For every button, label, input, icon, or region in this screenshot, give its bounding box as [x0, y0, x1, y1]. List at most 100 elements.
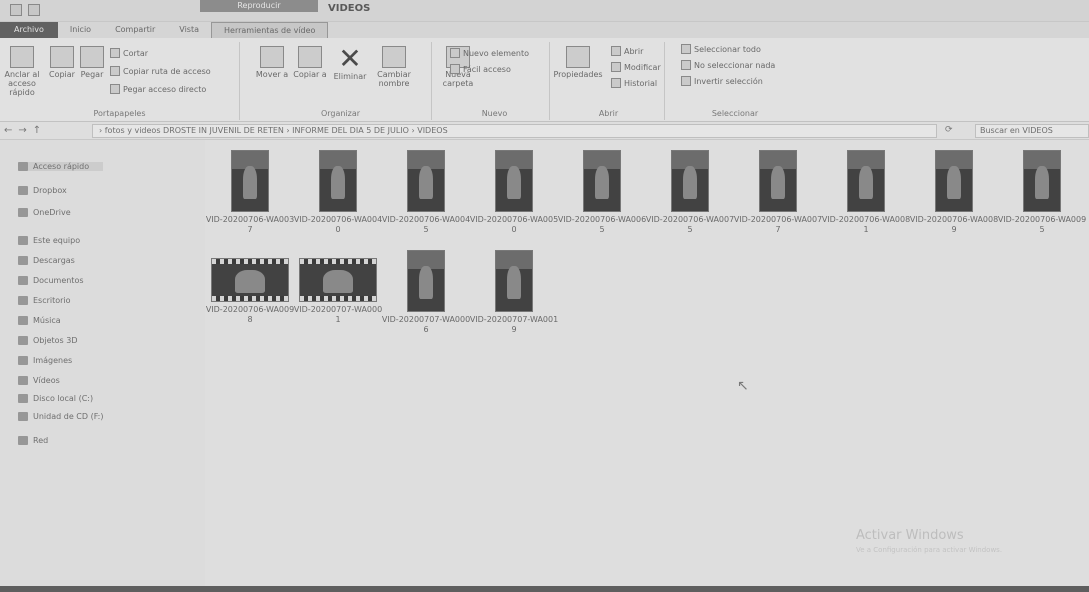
- sidebar-item-disco-local[interactable]: Disco local (C:): [18, 394, 93, 403]
- thumbnail-figure: [242, 166, 258, 199]
- group-label: Organizar: [320, 109, 361, 118]
- checkmark-properties-icon: [566, 46, 590, 68]
- tab-compartir[interactable]: Compartir: [103, 22, 167, 38]
- sidebar-item-red[interactable]: Red: [18, 436, 48, 445]
- paste-button[interactable]: Pegar: [78, 46, 106, 79]
- video-thumbnail: [407, 150, 445, 212]
- file-tile[interactable]: VID-20200706-WA0075: [645, 150, 735, 235]
- file-tile[interactable]: VID-20200707-WA0001: [293, 250, 383, 325]
- thumbnail-figure: [418, 266, 434, 299]
- sidebar-item-dropbox[interactable]: Dropbox: [18, 186, 67, 195]
- thumbnail-figure: [682, 166, 698, 199]
- sidebar-item-videos[interactable]: Vídeos: [18, 376, 60, 385]
- file-tile[interactable]: VID-20200706-WA0081: [821, 150, 911, 235]
- new-item-icon: [450, 48, 460, 58]
- file-tile[interactable]: VID-20200706-WA0077: [733, 150, 823, 235]
- file-tile[interactable]: VID-20200707-WA0006: [381, 250, 471, 335]
- delete-button[interactable]: ✕ Eliminar: [330, 45, 370, 82]
- sidebar-item-escritorio[interactable]: Escritorio: [18, 296, 71, 305]
- open-button[interactable]: Abrir: [611, 46, 643, 56]
- picture-icon: [18, 356, 28, 365]
- file-name: VID-20200706-WA0089: [909, 215, 999, 234]
- sidebar-item-onedrive[interactable]: OneDrive: [18, 208, 71, 217]
- tab-inicio[interactable]: Inicio: [58, 22, 103, 38]
- cut-button[interactable]: Cortar: [110, 48, 148, 58]
- copy-icon: [50, 46, 74, 68]
- nav-arrows[interactable]: ←→↑: [0, 125, 70, 136]
- computer-icon: [18, 236, 28, 245]
- file-name: VID-20200706-WA0045: [381, 215, 471, 234]
- refresh-icon[interactable]: ⟳: [945, 125, 953, 135]
- easy-access-button[interactable]: Fácil acceso: [450, 64, 511, 74]
- select-none-icon: [681, 60, 691, 70]
- sidebar-item-imagenes[interactable]: Imágenes: [18, 356, 72, 365]
- file-tile[interactable]: VID-20200706-WA0095: [997, 150, 1087, 235]
- sidebar-item-objetos-3d[interactable]: Objetos 3D: [18, 336, 78, 345]
- group-organizar: Mover a Copiar a ✕ Eliminar Cambiar nomb…: [250, 42, 432, 120]
- quick-access-toolbar: [10, 4, 40, 16]
- move-icon: [260, 46, 284, 68]
- scissors-icon: [110, 48, 120, 58]
- file-tile[interactable]: VID-20200706-WA0065: [557, 150, 647, 235]
- address-path[interactable]: › fotos y videos DROSTE IN JUVENIL DE RE…: [92, 124, 937, 138]
- video-thumbnail: [759, 150, 797, 212]
- sidebar-item-musica[interactable]: Música: [18, 316, 61, 325]
- select-all-button[interactable]: Seleccionar todo: [681, 44, 761, 54]
- copy-to-button[interactable]: Copiar a: [292, 46, 328, 79]
- file-name: VID-20200706-WA0075: [645, 215, 735, 234]
- thumbnail-figure: [330, 166, 346, 199]
- history-icon: [611, 78, 621, 88]
- video-thumbnail: [211, 258, 289, 302]
- sidebar-item-descargas[interactable]: Descargas: [18, 256, 75, 265]
- file-name: VID-20200707-WA0001: [293, 305, 383, 324]
- sidebar-item-acceso-rapido[interactable]: Acceso rápido: [18, 162, 104, 171]
- edit-button[interactable]: Modificar: [611, 62, 661, 72]
- new-folder-icon[interactable]: [28, 4, 40, 16]
- file-tile[interactable]: VID-20200706-WA0098: [205, 250, 295, 325]
- music-icon: [18, 316, 28, 325]
- file-name: VID-20200706-WA0081: [821, 215, 911, 234]
- file-view: VID-20200706-WA0037 VID-20200706-WA0040 …: [205, 140, 1089, 592]
- address-bar-row: ←→↑ › fotos y videos DROSTE IN JUVENIL D…: [0, 122, 1089, 140]
- tab-vista[interactable]: Vista: [167, 22, 211, 38]
- thumbnail-figure: [1034, 166, 1050, 199]
- properties-button[interactable]: Propiedades: [553, 46, 603, 79]
- tab-herramientas-video[interactable]: Herramientas de vídeo: [211, 22, 329, 38]
- edit-icon: [611, 62, 621, 72]
- star-icon: [18, 162, 28, 171]
- pin-quick-access-button[interactable]: Anclar al acceso rápido: [4, 46, 40, 97]
- file-tile[interactable]: VID-20200706-WA0045: [381, 150, 471, 235]
- copy-path-button[interactable]: Copiar ruta de acceso: [110, 66, 211, 76]
- thumbnail-figure: [770, 166, 786, 199]
- file-tile[interactable]: VID-20200706-WA0050: [469, 150, 559, 235]
- select-none-button[interactable]: No seleccionar nada: [681, 60, 775, 70]
- ribbon-tabs: Archivo Inicio Compartir Vista Herramien…: [0, 22, 1089, 38]
- activation-watermark: Activar Windows: [856, 528, 964, 543]
- video-thumbnail: [1023, 150, 1061, 212]
- tab-archivo[interactable]: Archivo: [0, 22, 58, 38]
- search-input[interactable]: Buscar en VIDEOS: [975, 124, 1089, 138]
- sidebar-item-unidad-cd[interactable]: Unidad de CD (F:): [18, 412, 104, 421]
- properties-icon[interactable]: [10, 4, 22, 16]
- move-to-button[interactable]: Mover a: [254, 46, 290, 79]
- history-button[interactable]: Historial: [611, 78, 657, 88]
- file-tile[interactable]: VID-20200706-WA0040: [293, 150, 383, 235]
- thumbnail-figure: [946, 166, 962, 199]
- file-tile[interactable]: VID-20200706-WA0037: [205, 150, 295, 235]
- video-thumbnail: [299, 258, 377, 302]
- paste-shortcut-button[interactable]: Pegar acceso directo: [110, 84, 206, 94]
- copy-button[interactable]: Copiar: [48, 46, 76, 79]
- sidebar-item-este-equipo[interactable]: Este equipo: [18, 236, 80, 245]
- cloud-icon: [18, 208, 28, 217]
- new-item-button[interactable]: Nuevo elemento: [450, 48, 529, 58]
- desktop-icon: [18, 296, 28, 305]
- select-all-icon: [681, 44, 691, 54]
- file-tile[interactable]: VID-20200706-WA0089: [909, 150, 999, 235]
- file-tile[interactable]: VID-20200707-WA0019: [469, 250, 559, 335]
- network-icon: [18, 436, 28, 445]
- rename-button[interactable]: Cambiar nombre: [372, 46, 416, 88]
- invert-selection-button[interactable]: Invertir selección: [681, 76, 763, 86]
- copy-to-icon: [298, 46, 322, 68]
- video-thumbnail: [231, 150, 269, 212]
- sidebar-item-documentos[interactable]: Documentos: [18, 276, 84, 285]
